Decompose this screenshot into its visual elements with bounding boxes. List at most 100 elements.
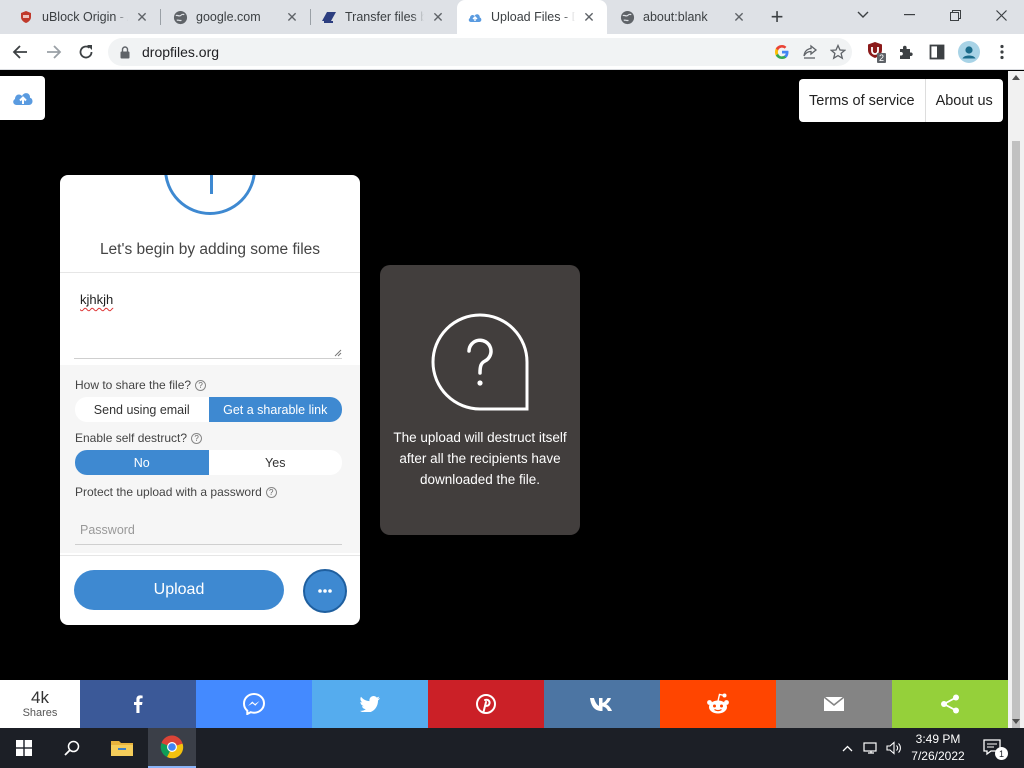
send-using-email-option[interactable]: Send using email [75,397,209,422]
password-input[interactable]: Password [75,515,342,545]
tab-title: about:blank [643,10,708,24]
back-button[interactable] [6,38,34,66]
network-icon[interactable] [860,728,882,768]
file-explorer-button[interactable] [98,728,146,768]
divider [60,555,360,556]
more-options-button[interactable] [303,569,347,613]
email-share-button[interactable] [776,680,892,728]
twitter-share-button[interactable] [312,680,428,728]
begin-text: Let's begin by adding some files [99,241,321,258]
close-icon[interactable]: ✕ [731,9,747,25]
help-icon[interactable]: ? [195,379,207,391]
close-icon[interactable]: ✕ [581,9,597,25]
search-button[interactable] [48,728,96,768]
info-text: The upload will destruct itself after al… [393,430,567,487]
tab-upload-files[interactable]: Upload Files - D ✕ [457,0,607,34]
tab-google[interactable]: google.com ✕ [162,0,310,34]
bookmark-star-icon[interactable] [824,38,852,66]
get-sharable-link-option[interactable]: Get a sharable link [208,397,342,422]
side-panel-button[interactable] [923,38,951,66]
close-icon[interactable]: ✕ [430,9,446,25]
self-destruct-label: Enable self destruct?? [75,431,203,445]
volume-icon[interactable] [883,728,905,768]
self-destruct-no-option[interactable]: No [75,450,209,475]
share-page-icon[interactable] [796,38,824,66]
site-logo[interactable] [0,76,45,120]
close-icon [995,9,1007,21]
restore-button[interactable] [932,0,978,30]
globe-icon [619,9,635,25]
globe-icon [172,9,188,25]
reddit-icon [707,693,729,714]
messenger-share-button[interactable] [196,680,312,728]
avatar [958,41,980,63]
facebook-share-button[interactable] [80,680,196,728]
puzzle-icon [900,45,913,59]
chrome-icon [160,735,184,759]
add-files-button[interactable] [164,175,256,215]
pinterest-share-button[interactable] [428,680,544,728]
page-scrollbar[interactable] [1008,71,1024,737]
help-icon[interactable]: ? [265,486,277,498]
email-icon [823,696,845,711]
reddit-share-button[interactable] [660,680,776,728]
tab-about-blank[interactable]: about:blank ✕ [609,0,757,34]
generic-share-button[interactable] [892,680,1008,728]
upload-options: How to share the file?? Send using email… [60,365,360,553]
info-card: The upload will destruct itself after al… [380,265,580,535]
resize-handle-icon[interactable] [332,347,342,357]
scrollbar-thumb[interactable] [1012,141,1020,737]
forward-button[interactable] [40,38,68,66]
upload-button[interactable]: Upload [74,570,284,610]
scroll-up-icon[interactable] [1012,75,1020,80]
terms-of-service-link[interactable]: Terms of service [799,79,925,122]
tab-title: google.com [196,10,261,24]
scroll-down-icon[interactable] [1012,719,1020,724]
page-content: Terms of service About us Let's begin by… [0,71,1008,680]
address-bar[interactable]: dropfiles.org [108,38,852,66]
close-icon[interactable]: ✕ [284,9,300,25]
kebab-menu-icon [1000,44,1004,60]
more-dots-icon [318,589,332,593]
tray-chevron-icon[interactable] [838,728,856,768]
transfer-icon [321,9,337,25]
restore-icon [949,9,961,21]
close-icon[interactable]: ✕ [134,9,150,25]
google-icon[interactable] [768,38,796,66]
about-us-link[interactable]: About us [924,79,1003,122]
extension-badge: 2 [879,53,885,63]
share-method-label: How to share the file?? [75,378,207,392]
folder-icon [111,741,133,756]
cloud-upload-icon [467,9,483,25]
search-icon [64,740,80,756]
clock-date: 7/26/2022 [911,749,965,763]
reload-button[interactable] [72,38,100,66]
system-clock[interactable]: 3:49 PM 7/26/2022 [906,731,970,765]
message-textarea[interactable] [74,285,342,359]
lock-icon [120,45,134,59]
password-label: Protect the upload with a password? [75,485,277,499]
chrome-menu-button[interactable] [988,38,1016,66]
tab-search-button[interactable] [840,0,886,30]
close-window-button[interactable] [978,0,1024,30]
tab-ublock[interactable]: uBlock Origin - A ✕ [8,0,160,34]
arrow-right-icon [47,45,62,59]
profile-button[interactable] [955,38,983,66]
start-button[interactable] [0,728,48,768]
minimize-button[interactable] [886,0,932,30]
self-destruct-yes-option[interactable]: Yes [209,450,343,475]
browser-toolbar: dropfiles.org 2 [0,34,1024,70]
tab-strip: uBlock Origin - A ✕ google.com ✕ Transfe… [0,0,1024,34]
new-tab-button[interactable]: + [764,4,790,29]
help-icon[interactable]: ? [191,432,203,444]
tab-transfer[interactable]: Transfer files be ✕ [311,0,456,34]
reload-icon [79,45,93,59]
chrome-taskbar-button[interactable] [148,728,196,768]
share-count: 4k Shares [0,680,80,728]
notifications-button[interactable]: 1 [978,728,1008,768]
ublock-extension-button[interactable]: 2 [862,38,890,66]
facebook-icon [134,695,143,713]
messenger-icon [243,693,265,715]
vk-share-button[interactable] [544,680,660,728]
extensions-button[interactable] [892,38,920,66]
